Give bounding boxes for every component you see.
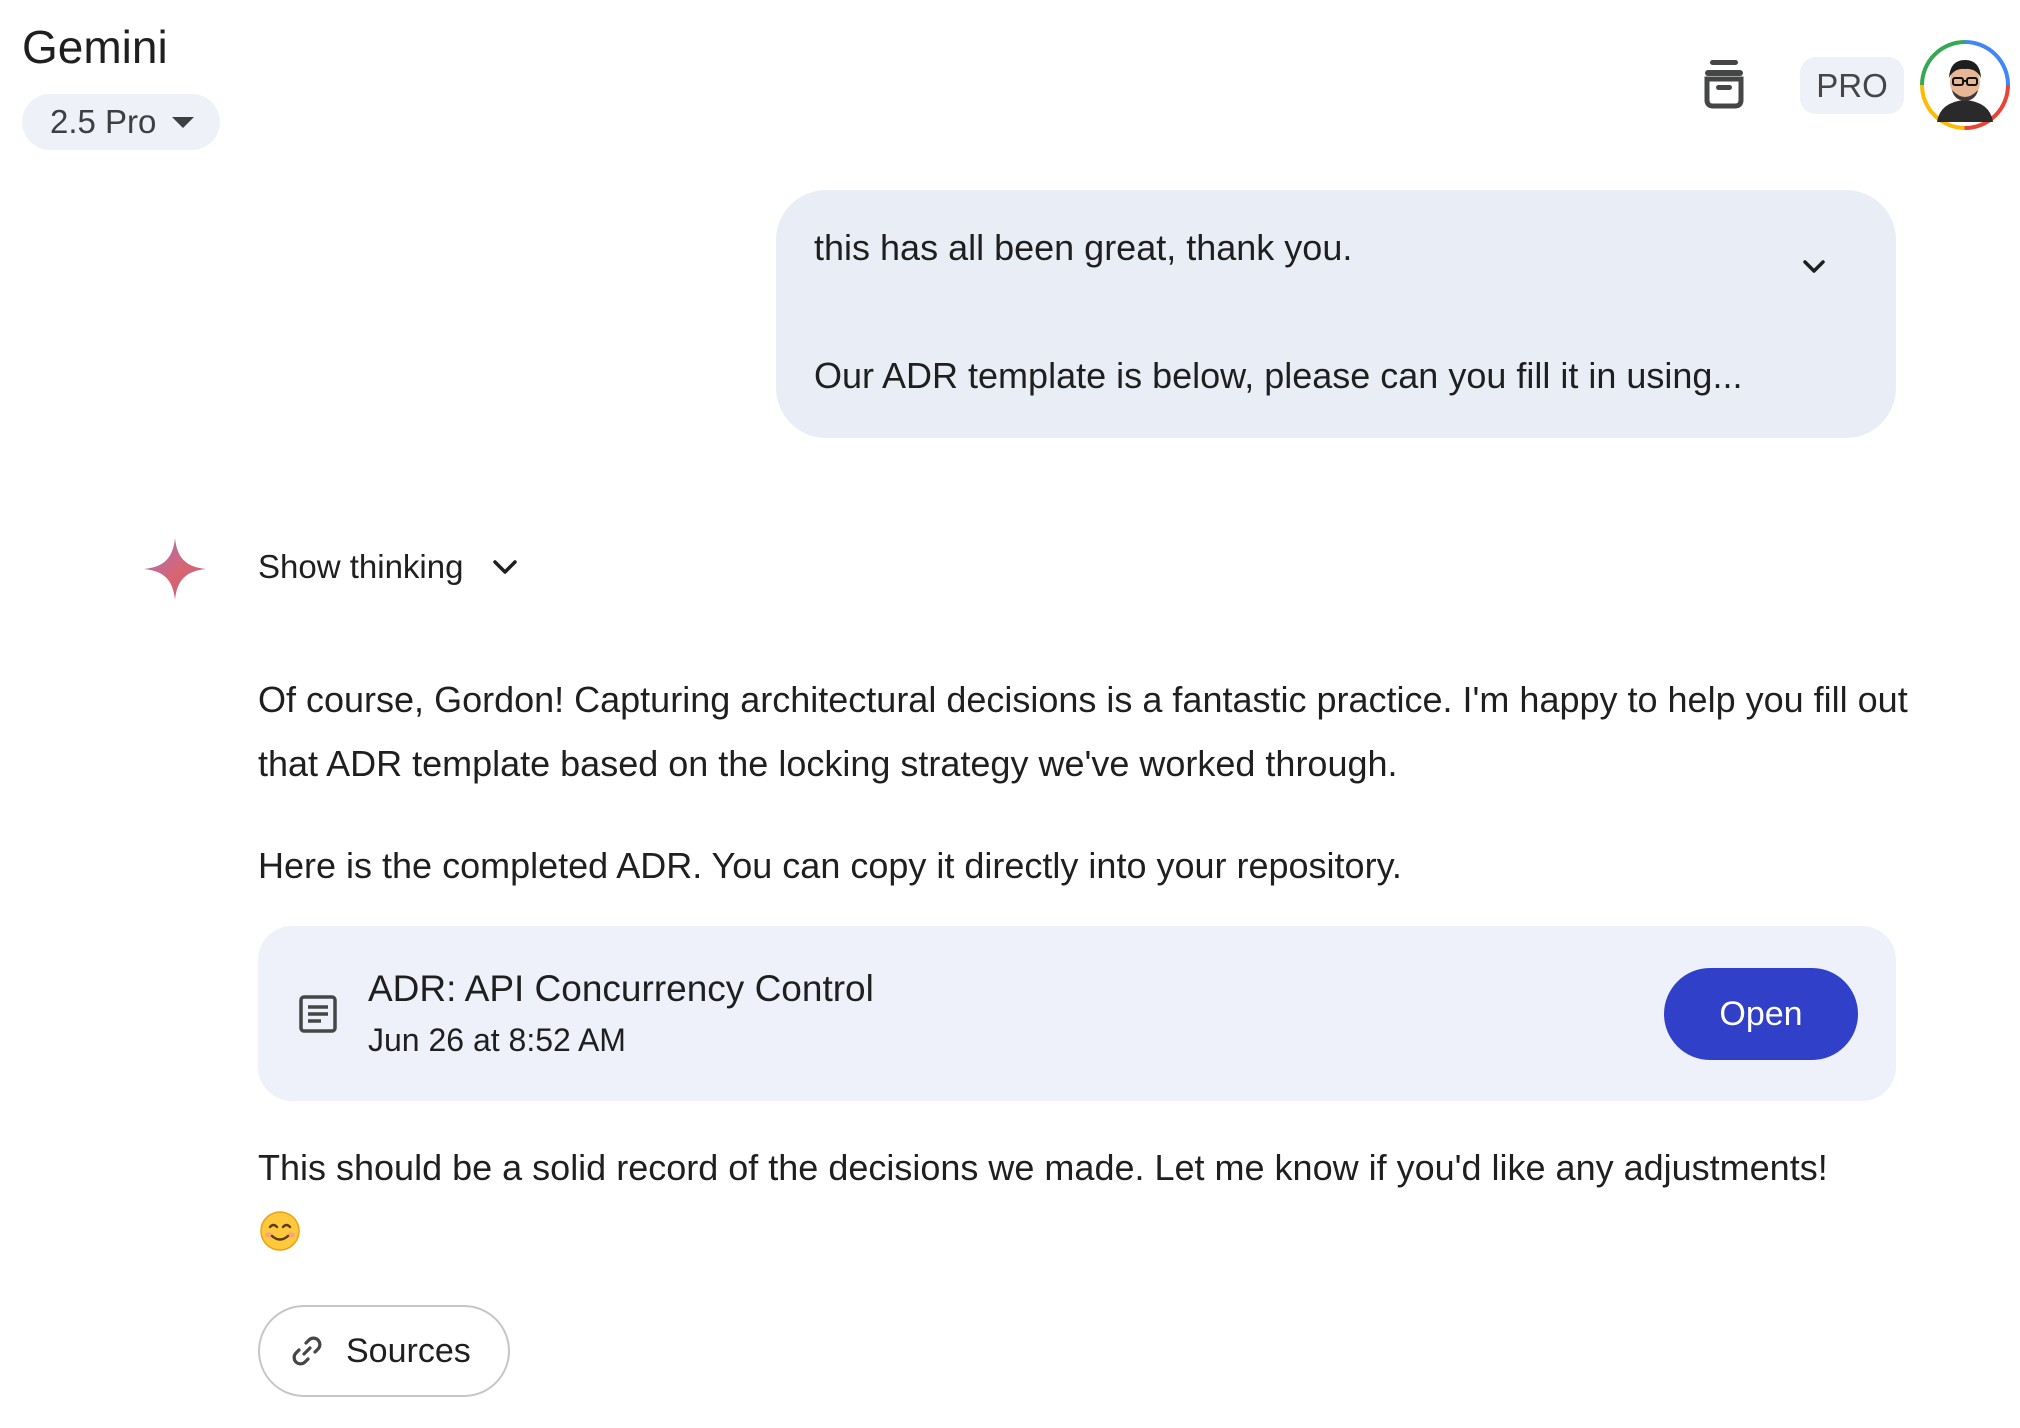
app-title: Gemini — [22, 21, 168, 73]
show-thinking-label: Show thinking — [258, 548, 464, 585]
document-title: ADR: API Concurrency Control — [368, 968, 874, 1009]
sources-label: Sources — [346, 1331, 471, 1370]
document-icon — [299, 995, 337, 1033]
model-selector[interactable]: 2.5 Pro — [22, 94, 220, 150]
user-message-line1: this has all been great, thank you. — [814, 227, 1353, 268]
user-message-bubble: this has all been great, thank you. Our … — [776, 190, 1896, 438]
response-paragraph-3: This should be a solid record of the dec… — [258, 1147, 1828, 1188]
chevron-down-icon — [1803, 260, 1825, 273]
gemini-sparkle-icon — [144, 538, 206, 600]
chevron-down-icon — [493, 560, 518, 574]
response-paragraph-2: Here is the completed ADR. You can copy … — [258, 845, 1402, 886]
link-icon — [292, 1336, 322, 1366]
open-document-button[interactable]: Open — [1664, 968, 1858, 1060]
caret-down-icon — [172, 116, 195, 128]
archive-button[interactable] — [1696, 54, 1752, 114]
document-date: Jun 26 at 8:52 AM — [368, 1022, 626, 1058]
expand-message-button[interactable] — [1796, 252, 1832, 280]
archive-icon — [1704, 60, 1744, 109]
smiling-face-emoji-icon — [260, 1211, 300, 1251]
pro-badge: PRO — [1800, 57, 1904, 114]
user-avatar[interactable] — [1918, 38, 2012, 132]
document-card[interactable]: ADR: API Concurrency Control Jun 26 at 8… — [258, 926, 1896, 1101]
user-message-line2: Our ADR template is below, please can yo… — [814, 355, 1743, 396]
model-label: 2.5 Pro — [50, 103, 157, 140]
show-thinking-toggle[interactable]: Show thinking — [258, 544, 521, 590]
response-paragraph-1: Of course, Gordon! Capturing architectur… — [258, 679, 1908, 784]
avatar — [1920, 40, 2010, 130]
sources-button[interactable]: Sources — [258, 1305, 510, 1397]
